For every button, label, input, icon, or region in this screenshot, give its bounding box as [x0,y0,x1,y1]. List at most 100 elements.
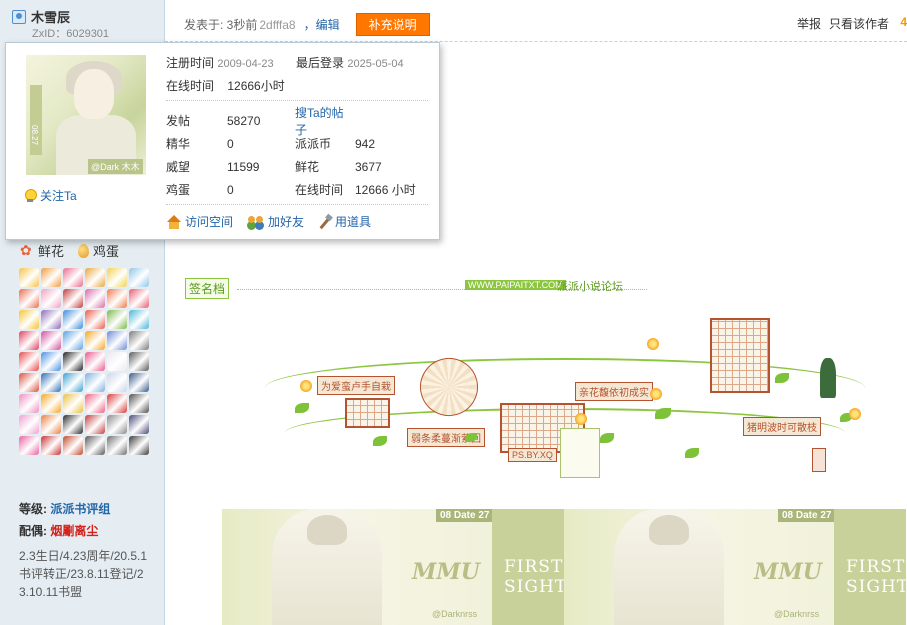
send-egg-button[interactable]: 鸡蛋 [78,241,119,260]
medal-icon[interactable] [107,352,127,371]
medal-icon[interactable] [129,373,149,392]
stat-label: 在线时间 [295,183,344,197]
leaf-decoration [295,403,309,413]
medal-icon[interactable] [19,310,39,329]
medal-icon[interactable] [107,310,127,329]
medal-icon[interactable] [19,436,39,455]
send-flower-button[interactable]: 鲜花 [20,241,64,260]
follow-label: 关注Ta [40,189,77,203]
medal-icon[interactable] [85,310,105,329]
avatar[interactable]: 08.27 @Dark 木木 [26,55,146,175]
medal-icon[interactable] [107,268,127,287]
report-link[interactable]: 举报 [797,15,821,32]
poem-plank: 亲花馥依初成实 [575,382,653,401]
level-label: 等级: [19,502,47,516]
banner-title: MMU [754,559,822,585]
leaf-decoration [685,448,699,458]
flower-decoration [849,408,861,420]
medal-icon[interactable] [19,415,39,434]
medal-icon[interactable] [85,289,105,308]
visit-space-button[interactable]: 访问空间 [166,213,233,230]
medal-icon[interactable] [63,289,83,308]
medal-icon[interactable] [107,436,127,455]
medal-icon[interactable] [107,331,127,350]
medal-icon[interactable] [63,310,83,329]
medal-icon[interactable] [63,352,83,371]
stat-label: 精华 [166,137,191,151]
medal-icon[interactable] [19,289,39,308]
medal-icon[interactable] [63,415,83,434]
medal-icon[interactable] [41,289,61,308]
medal-icon[interactable] [129,268,149,287]
level-value-link[interactable]: 派派书评组 [50,502,110,516]
medal-icon[interactable] [41,331,61,350]
medal-icon[interactable] [107,394,127,413]
reg-time-row: 注册时间 2009-04-23 [166,54,274,71]
banner-first-sight: FIRST SIGHT [504,557,564,597]
flower-label: 鲜花 [38,244,65,259]
medal-icon[interactable] [85,268,105,287]
medal-icon[interactable] [85,331,105,350]
medal-icon[interactable] [129,310,149,329]
medal-icon[interactable] [129,415,149,434]
stat-value: 12666 小时 [355,183,416,197]
author-only-link[interactable]: 只看该作者 [829,15,889,32]
search-posts-link[interactable]: 搜Ta的帖子 [295,104,355,138]
banner-date: 08 Date 27 [778,509,836,522]
medal-icon[interactable] [41,373,61,392]
banner-sight: SIGHT [846,577,906,597]
medal-icon[interactable] [129,289,149,308]
medal-icon[interactable] [19,331,39,350]
medal-icon[interactable] [85,394,105,413]
use-tool-button[interactable]: 用道具 [318,213,371,230]
medal-icon[interactable] [63,373,83,392]
author-zxid: ZxID：6029301 [32,28,110,40]
medal-icon[interactable] [85,373,105,392]
bottle-decoration [820,358,836,398]
medal-icon[interactable] [41,415,61,434]
medal-icon[interactable] [129,331,149,350]
signature-url[interactable]: WWW.PAIPAITXT.COM [465,280,566,290]
medal-icon[interactable] [41,394,61,413]
author-name-row[interactable]: 木雪辰 [12,7,70,26]
flower-decoration [300,380,312,392]
scroll-decoration [560,428,600,478]
medal-icon[interactable] [107,373,127,392]
medal-icon[interactable] [63,394,83,413]
medal-icon[interactable] [85,415,105,434]
add-friend-button[interactable]: 加好友 [247,213,304,230]
poem-plank: 猪明波时可散枝 [743,417,821,436]
medal-icon[interactable] [63,331,83,350]
medal-icon[interactable] [41,268,61,287]
medal-icon[interactable] [19,352,39,371]
mate-value-link[interactable]: 烟劚离尘 [50,524,98,538]
medal-icon[interactable] [63,436,83,455]
last-login-value: 2025-05-04 [347,58,404,70]
mate-label: 配偶: [19,524,47,538]
medal-icon[interactable] [41,436,61,455]
author-name[interactable]: 木雪辰 [31,7,70,26]
banner-sight: SIGHT [504,577,564,597]
banner-first: FIRST [846,557,906,577]
medal-icon[interactable] [19,394,39,413]
medal-icon[interactable] [85,436,105,455]
medal-icon[interactable] [63,268,83,287]
banner-first: FIRST [504,557,564,577]
medal-icon[interactable] [19,268,39,287]
stat-value: 0 [227,136,234,151]
medal-icon[interactable] [41,310,61,329]
medal-icon[interactable] [129,394,149,413]
user-info-popup: 08.27 @Dark 木木 关注Ta 注册时间 2009-04-23 最后登录… [5,42,440,240]
edit-link[interactable]: ，编辑 [304,16,340,33]
medal-icon[interactable] [129,436,149,455]
divider [166,100,428,101]
medal-icon[interactable] [129,352,149,371]
post-header: 发表于: 3秒前 2dfffa8 ，编辑 补充说明 [184,13,430,36]
follow-button[interactable]: 关注Ta [24,187,77,204]
medal-icon[interactable] [19,373,39,392]
medal-icon[interactable] [107,289,127,308]
medal-icon[interactable] [85,352,105,371]
medal-icon[interactable] [41,352,61,371]
supplement-button[interactable]: 补充说明 [355,13,430,36]
medal-icon[interactable] [107,415,127,434]
